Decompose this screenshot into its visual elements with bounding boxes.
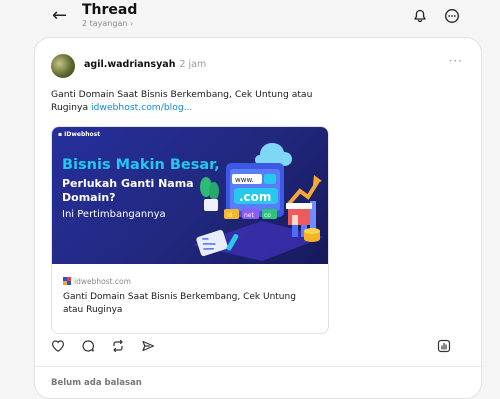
banner-tld-text: .com (239, 190, 271, 204)
banner-tld-id: id (227, 212, 233, 219)
post-link[interactable]: idwebhost.com/blog... (91, 102, 192, 113)
repost-icon[interactable] (111, 339, 125, 353)
banner-tld-co: co (264, 212, 271, 219)
banner-illustration: www. .com id net co (192, 143, 324, 261)
post-text: Ganti Domain Saat Bisnis Berkembang, Cek… (51, 89, 313, 113)
top-bar: ← Thread 2 tayangan › (0, 0, 500, 38)
post-author[interactable]: agil.wadriansyah 2 jam (84, 59, 206, 70)
insights-icon[interactable] (437, 339, 451, 353)
preview-domain: idwebhost.com (74, 277, 131, 286)
post-more-icon[interactable]: ··· (449, 54, 463, 68)
more-circle-icon[interactable] (444, 8, 460, 24)
share-icon[interactable] (141, 339, 155, 353)
favicon-icon (63, 277, 71, 285)
avatar[interactable] (51, 54, 75, 78)
thread-card: agil.wadriansyah 2 jam ··· Ganti Domain S… (34, 37, 482, 399)
heart-icon[interactable] (51, 339, 65, 353)
bell-icon[interactable] (412, 8, 428, 24)
banner-url-text: www. (235, 176, 254, 184)
banner-tagline: Ini Pertimbangannya (62, 209, 166, 220)
banner-tld-net: net (244, 212, 254, 219)
arrow-left-icon[interactable]: ← (52, 5, 67, 26)
banner-brand: ▪ IDwebhost (58, 131, 101, 138)
link-preview-card[interactable]: ▪ IDwebhost Bisnis Makin Besar, Perlukah… (51, 126, 329, 334)
preview-title: Ganti Domain Saat Bisnis Berkembang, Cek… (63, 292, 296, 315)
post-time: 2 jam (179, 59, 207, 70)
no-replies-label: Belum ada balasan (51, 378, 142, 388)
link-preview-image: ▪ IDwebhost Bisnis Makin Besar, Perlukah… (52, 127, 328, 264)
comment-icon[interactable] (81, 339, 95, 353)
banner-subheadline: Perlukah Ganti Nama Domain? (62, 177, 194, 204)
views-count[interactable]: 2 tayangan › (82, 19, 133, 28)
link-preview-footer: idwebhost.com Ganti Domain Saat Bisnis B… (52, 264, 328, 333)
divider (35, 366, 481, 367)
page-title: Thread (82, 2, 138, 18)
